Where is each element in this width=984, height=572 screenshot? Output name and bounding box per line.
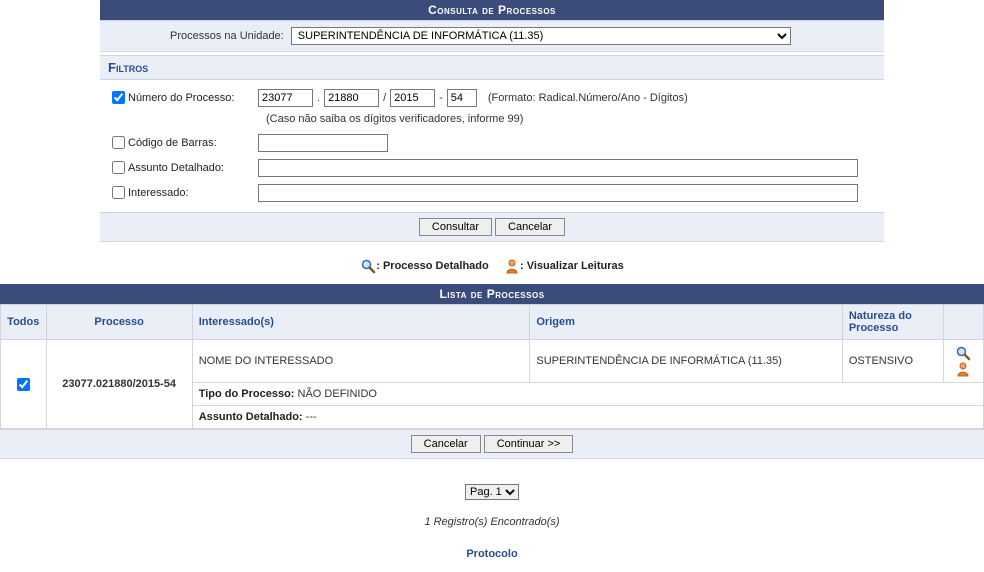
list-continuar-button[interactable]: Continuar >>: [484, 435, 574, 453]
col-processo: Processo: [46, 305, 192, 340]
list-cancelar-button[interactable]: Cancelar: [411, 435, 481, 453]
interessado-input[interactable]: [258, 184, 858, 202]
legend-detalhado: : Processo Detalhado: [376, 260, 488, 272]
barras-label: Código de Barras:: [128, 137, 258, 149]
unit-select[interactable]: SUPERINTENDÊNCIA DE INFORMÁTICA (11.35): [291, 27, 791, 45]
row-natureza: OSTENSIVO: [842, 340, 943, 383]
cancelar-button[interactable]: Cancelar: [495, 218, 565, 236]
row-checkbox[interactable]: [17, 378, 30, 391]
filter-row-numero: Número do Processo: . / - (Formato: Radi…: [108, 88, 876, 107]
legend-leituras: : Visualizar Leituras: [520, 260, 624, 272]
record-count: 1 Registro(s) Encontrado(s): [0, 508, 984, 548]
col-todos[interactable]: Todos: [1, 305, 47, 340]
row-actions: [943, 340, 983, 383]
assunto-input[interactable]: [258, 159, 858, 177]
col-interessados: Interessado(s): [192, 305, 530, 340]
assunto-label: Assunto Detalhado:: [128, 162, 258, 174]
person-icon: [504, 258, 520, 274]
processo-link[interactable]: 23077.021880/2015-54: [46, 340, 192, 429]
unit-row: Processos na Unidade: SUPERINTENDÊNCIA D…: [100, 20, 884, 52]
filters-section-title: Filtros: [100, 55, 884, 80]
numero-ano-input[interactable]: [390, 89, 435, 107]
unit-label: Processos na Unidade:: [170, 30, 284, 42]
assunto-sublabel: Assunto Detalhado:: [199, 411, 303, 423]
process-table: Todos Processo Interessado(s) Origem Nat…: [0, 304, 984, 429]
table-row: 23077.021880/2015-54 NOME DO INTERESSADO…: [1, 340, 984, 383]
row-magnifier-icon[interactable]: [955, 345, 971, 361]
numero-numero-input[interactable]: [324, 89, 379, 107]
filter-row-assunto: Assunto Detalhado:: [108, 158, 876, 177]
barras-input[interactable]: [258, 134, 388, 152]
row-person-icon[interactable]: [955, 361, 971, 377]
magnifier-icon: [360, 258, 376, 274]
col-actions: [943, 305, 983, 340]
footer-protocolo[interactable]: Protocolo: [0, 548, 984, 572]
numero-radical-input[interactable]: [258, 89, 313, 107]
barras-checkbox[interactable]: [112, 136, 125, 149]
interessado-checkbox[interactable]: [112, 186, 125, 199]
numero-format-hint: (Formato: Radical.Número/Ano - Dígitos): [488, 92, 688, 104]
list-action-bar: Cancelar Continuar >>: [0, 429, 984, 459]
tipo-value: NÃO DEFINIDO: [294, 388, 377, 400]
page-title: Consulta de Processos: [100, 0, 884, 20]
col-origem: Origem: [530, 305, 842, 340]
numero-digitos-input[interactable]: [447, 89, 477, 107]
consultar-button[interactable]: Consultar: [419, 218, 492, 236]
numero-checkbox[interactable]: [112, 91, 125, 104]
assunto-subvalue: ---: [303, 411, 317, 423]
assunto-checkbox[interactable]: [112, 161, 125, 174]
legend: : Processo Detalhado : Visualizar Leitur…: [0, 242, 984, 284]
row-origem: SUPERINTENDÊNCIA DE INFORMÁTICA (11.35): [530, 340, 842, 383]
tipo-label: Tipo do Processo:: [199, 388, 295, 400]
row-interessado: NOME DO INTERESSADO: [192, 340, 530, 383]
numero-label: Número do Processo:: [128, 92, 258, 104]
filter-buttons: Consultar Cancelar: [100, 212, 884, 242]
col-natureza: Natureza do Processo: [842, 305, 943, 340]
numero-hint: (Caso não saiba os dígitos verificadores…: [266, 113, 876, 125]
list-title: Lista de Processos: [0, 284, 984, 304]
interessado-label: Interessado:: [128, 187, 258, 199]
pager: Pag. 1: [0, 459, 984, 508]
filter-row-barras: Código de Barras:: [108, 133, 876, 152]
page-select[interactable]: Pag. 1: [465, 484, 519, 500]
filter-row-interessado: Interessado:: [108, 183, 876, 202]
filters-body: Número do Processo: . / - (Formato: Radi…: [100, 80, 884, 212]
